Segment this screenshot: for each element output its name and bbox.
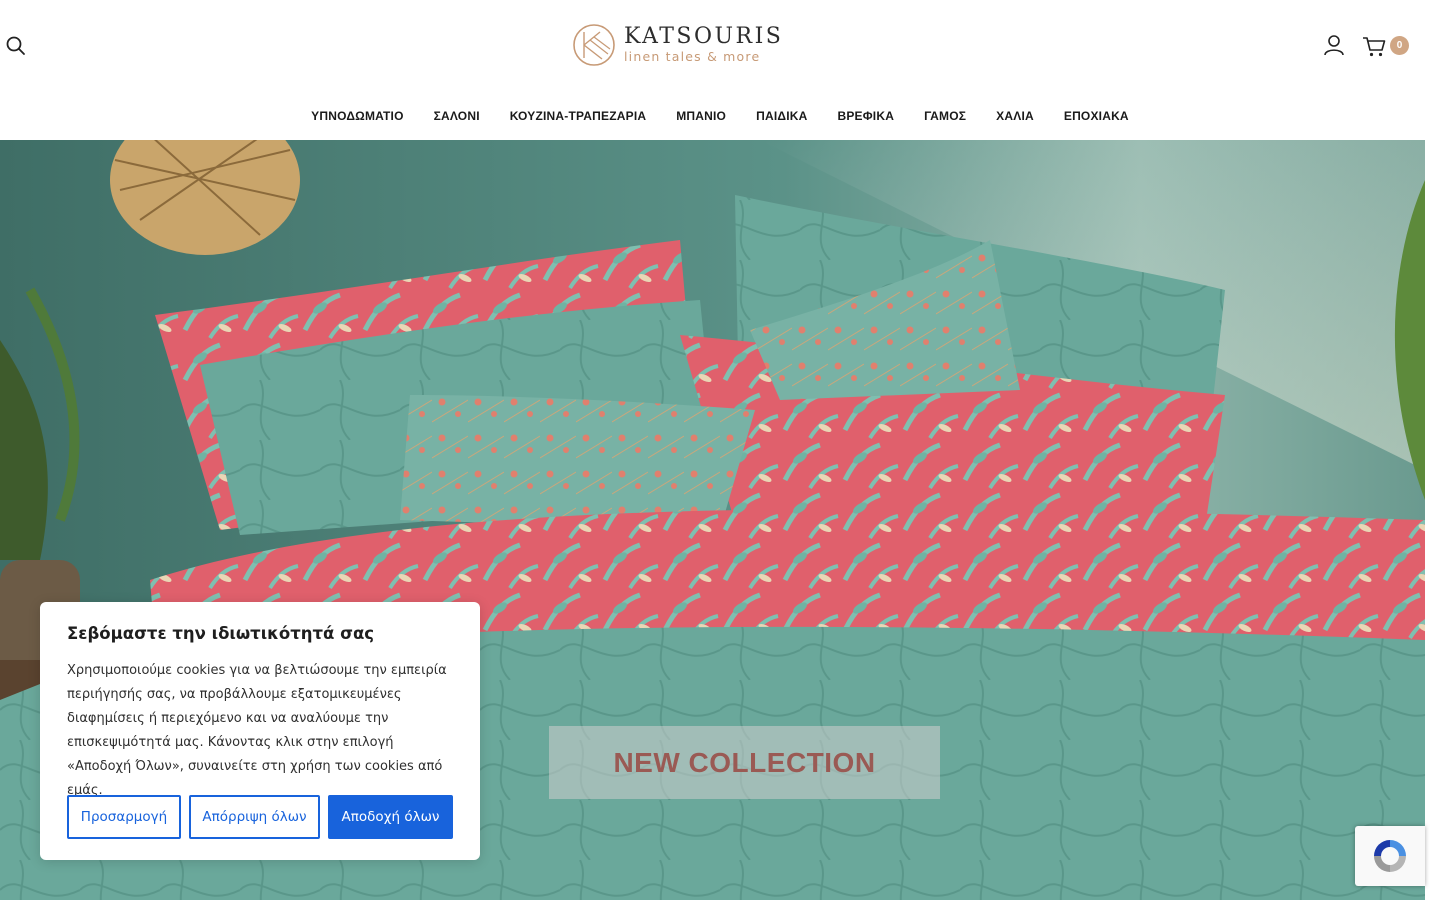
nav-item-bedroom[interactable]: ΥΠΝΟΔΩΜΑΤΙΟ bbox=[296, 109, 418, 123]
new-collection-label: NEW COLLECTION bbox=[613, 746, 876, 778]
nav-item-living-room[interactable]: ΣΑΛΟΝΙ bbox=[419, 109, 495, 123]
cookie-actions: Προσαρμογή Απόρριψη όλων Αποδοχή όλων bbox=[67, 795, 453, 839]
user-icon[interactable] bbox=[1322, 33, 1346, 57]
nav-item-seasonal[interactable]: ΕΠΟΧΙΑΚΑ bbox=[1049, 109, 1144, 123]
nav-item-rugs[interactable]: ΧΑΛΙΑ bbox=[981, 109, 1049, 123]
cookie-consent-banner: Σεβόμαστε την ιδιωτικότητά σας Χρησιμοπο… bbox=[40, 602, 480, 860]
brand-name: KATSOURIS bbox=[624, 24, 784, 50]
page-scrollbar[interactable] bbox=[1425, 140, 1440, 900]
cart-count-badge: 0 bbox=[1390, 36, 1409, 55]
customize-button[interactable]: Προσαρμογή bbox=[67, 795, 181, 839]
nav-item-kids[interactable]: ΠΑΙΔΙΚΑ bbox=[741, 109, 822, 123]
cart-button[interactable]: 0 bbox=[1362, 33, 1412, 59]
nav-item-baby[interactable]: ΒΡΕΦΙΚΑ bbox=[822, 109, 909, 123]
recaptcha-icon bbox=[1374, 840, 1406, 872]
site-logo[interactable]: KATSOURIS linen tales & more bbox=[572, 22, 781, 68]
cookie-description: Χρησιμοποιούμε cookies για να βελτιώσουμ… bbox=[67, 663, 447, 798]
logo-mark-icon bbox=[572, 23, 616, 67]
site-header: KATSOURIS linen tales & more 0 ΥΠΝΟΔΩΜΑΤ… bbox=[0, 0, 1440, 140]
new-collection-button[interactable]: NEW COLLECTION bbox=[549, 726, 940, 799]
cart-icon bbox=[1363, 37, 1386, 57]
nav-item-bathroom[interactable]: ΜΠΑΝΙΟ bbox=[661, 109, 741, 123]
logo-text: KATSOURIS linen tales & more bbox=[624, 26, 783, 64]
reject-all-button[interactable]: Απόρριψη όλων bbox=[189, 795, 320, 839]
nav-item-wedding[interactable]: ΓΑΜΟΣ bbox=[909, 109, 981, 123]
nav-item-kitchen-dining[interactable]: ΚΟΥΖΙΝΑ-ΤΡΑΠΕΖΑΡΙΑ bbox=[495, 109, 662, 123]
accept-all-button[interactable]: Αποδοχή όλων bbox=[328, 795, 453, 839]
brand-tagline: linen tales & more bbox=[624, 49, 761, 65]
search-icon[interactable] bbox=[5, 35, 27, 57]
recaptcha-badge[interactable] bbox=[1355, 826, 1425, 886]
main-navigation: ΥΠΝΟΔΩΜΑΤΙΟ ΣΑΛΟΝΙ ΚΟΥΖΙΝΑ-ΤΡΑΠΕΖΑΡΙΑ ΜΠ… bbox=[0, 100, 1440, 132]
cookie-title: Σεβόμαστε την ιδιωτικότητά σας bbox=[67, 624, 375, 643]
